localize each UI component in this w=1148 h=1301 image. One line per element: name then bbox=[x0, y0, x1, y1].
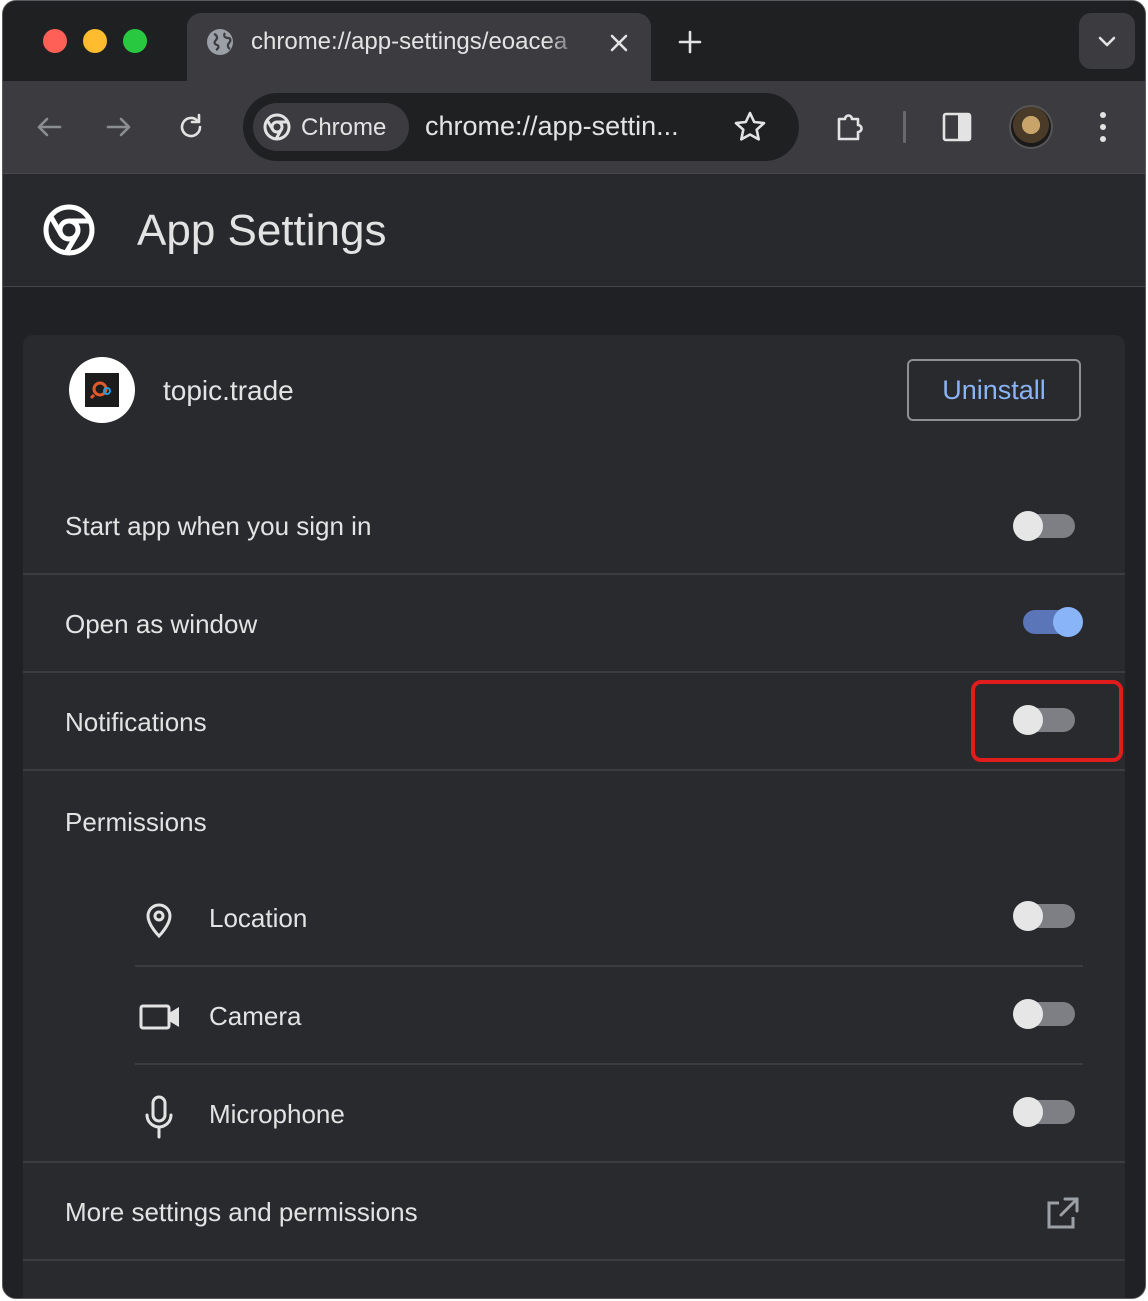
more-menu-icon[interactable] bbox=[1091, 109, 1115, 145]
app-name: topic.trade bbox=[163, 375, 294, 406]
fullscreen-window-button[interactable] bbox=[123, 29, 147, 53]
close-window-button[interactable] bbox=[43, 29, 67, 53]
globe-icon bbox=[207, 29, 233, 55]
setting-label: Start app when you sign in bbox=[65, 511, 372, 541]
permission-row-location: Location bbox=[135, 869, 1083, 967]
camera-icon bbox=[139, 1004, 179, 1030]
extensions-puzzle-icon[interactable] bbox=[833, 109, 869, 145]
chevron-down-icon bbox=[1098, 36, 1116, 47]
site-info-chip[interactable]: Chrome bbox=[253, 103, 409, 151]
minimize-window-button[interactable] bbox=[83, 29, 107, 53]
browser-window: chrome://app-settings/eoacea Chrome chro… bbox=[2, 0, 1146, 1299]
open-external-icon[interactable] bbox=[1045, 1195, 1081, 1231]
side-panel-icon[interactable] bbox=[941, 111, 973, 143]
profile-avatar[interactable] bbox=[1011, 107, 1051, 147]
location-pin-icon bbox=[146, 903, 172, 939]
chrome-logo-icon bbox=[43, 204, 95, 256]
setting-row-notifications: Notifications bbox=[23, 673, 1125, 771]
forward-arrow-icon[interactable] bbox=[103, 111, 135, 143]
app-icon bbox=[69, 357, 135, 423]
page-header: App Settings bbox=[3, 174, 1145, 287]
permission-label: Camera bbox=[209, 1001, 302, 1031]
permission-label: Microphone bbox=[209, 1099, 345, 1129]
setting-row-open-as-window: Open as window bbox=[23, 575, 1125, 673]
permission-row-microphone: Microphone bbox=[135, 1065, 1083, 1163]
bookmark-star-icon[interactable] bbox=[733, 110, 767, 144]
location-toggle[interactable] bbox=[1013, 899, 1081, 933]
topic-trade-logo-icon bbox=[89, 381, 111, 400]
permissions-title: Permissions bbox=[65, 807, 207, 837]
back-arrow-icon[interactable] bbox=[33, 111, 65, 143]
app-settings-card: topic.trade Uninstall Start app when you… bbox=[23, 335, 1125, 1298]
page-title: App Settings bbox=[137, 206, 387, 255]
url-text: chrome://app-settin... bbox=[425, 111, 679, 141]
chrome-logo-icon bbox=[263, 113, 291, 141]
close-tab-icon[interactable] bbox=[605, 29, 633, 57]
reload-icon[interactable] bbox=[175, 111, 207, 143]
more-settings-label: More settings and permissions bbox=[65, 1197, 418, 1227]
setting-label: Notifications bbox=[65, 707, 207, 737]
permission-row-camera: Camera bbox=[135, 967, 1083, 1065]
new-tab-icon[interactable] bbox=[675, 27, 705, 57]
more-settings-row[interactable]: More settings and permissions bbox=[23, 1161, 1125, 1261]
active-tab[interactable]: chrome://app-settings/eoacea bbox=[187, 13, 651, 81]
permission-label: Location bbox=[209, 903, 308, 933]
microphone-icon bbox=[145, 1095, 173, 1139]
toolbar-divider bbox=[903, 111, 906, 143]
setting-label: Open as window bbox=[65, 609, 258, 639]
setting-row-start-on-sign-in: Start app when you sign in bbox=[23, 477, 1125, 575]
browser-toolbar: Chrome chrome://app-settin... bbox=[3, 81, 1145, 174]
camera-toggle[interactable] bbox=[1013, 997, 1081, 1031]
uninstall-button[interactable]: Uninstall bbox=[907, 359, 1081, 421]
tab-strip: chrome://app-settings/eoacea bbox=[3, 1, 1145, 81]
chip-label: Chrome bbox=[301, 114, 387, 141]
settings-content: topic.trade Uninstall Start app when you… bbox=[3, 287, 1145, 1298]
tab-search-button[interactable] bbox=[1079, 13, 1135, 69]
address-bar[interactable]: Chrome chrome://app-settin... bbox=[243, 93, 799, 161]
open-as-window-toggle[interactable] bbox=[1017, 605, 1085, 639]
highlight-box bbox=[971, 680, 1123, 762]
tab-title: chrome://app-settings/eoacea bbox=[251, 28, 568, 55]
start-on-sign-in-toggle[interactable] bbox=[1013, 509, 1081, 543]
microphone-toggle[interactable] bbox=[1013, 1095, 1081, 1129]
